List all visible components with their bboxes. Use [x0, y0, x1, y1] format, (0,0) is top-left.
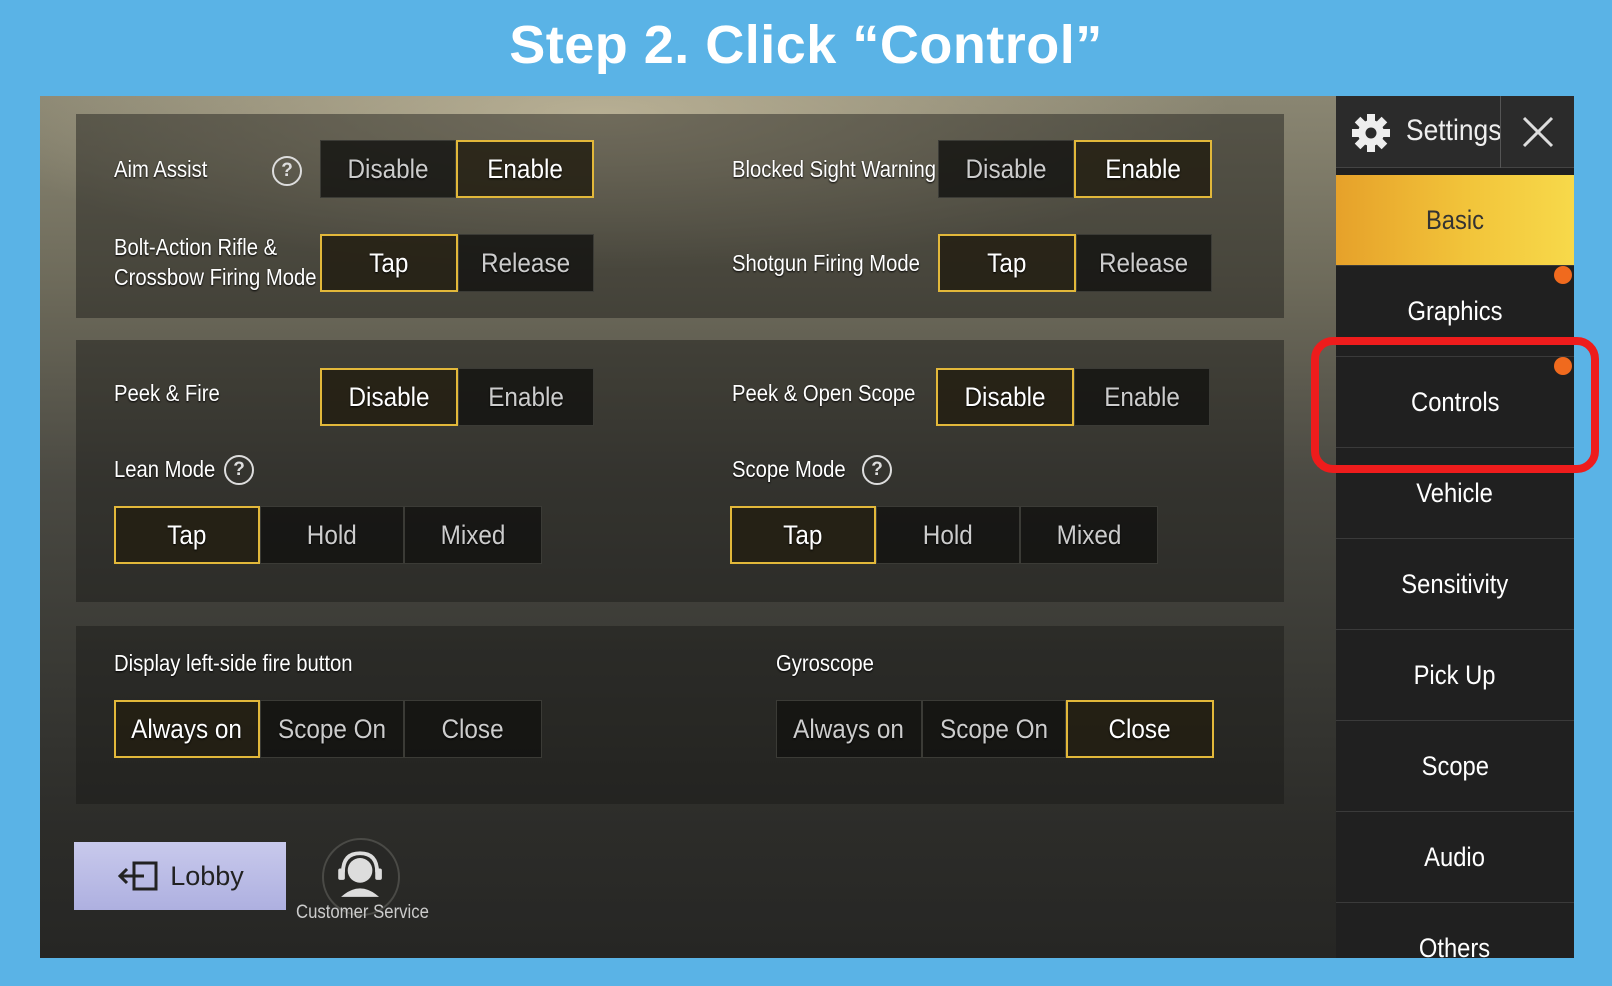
gyroscope-always-on-button[interactable]: Always on [776, 700, 922, 758]
sidebar-item-pick-up[interactable]: Pick Up [1336, 630, 1574, 721]
lobby-button[interactable]: Lobby [74, 842, 286, 910]
left-fire-always-on-button[interactable]: Always on [114, 700, 260, 758]
settings-title: Settings [1406, 114, 1502, 147]
lean-mode-tap-button[interactable]: Tap [114, 506, 260, 564]
left-fire-label: Display left-side fire button [114, 650, 353, 676]
gyroscope-label: Gyroscope [776, 650, 874, 676]
bolt-action-label-line1: Bolt-Action Rifle & [114, 234, 278, 260]
settings-sidebar: Settings Basic Graphics Controls Vehicle… [1336, 96, 1574, 958]
scope-mode-mixed-button[interactable]: Mixed [1020, 506, 1158, 564]
customer-service-label: Customer Service [296, 902, 429, 923]
sidebar-item-audio[interactable]: Audio [1336, 812, 1574, 903]
aim-assist-label: Aim Assist [114, 156, 208, 182]
peek-scope-enable-button[interactable]: Enable [1074, 368, 1210, 426]
lean-mode-toggle: Tap Hold Mixed [114, 506, 542, 564]
blocked-sight-label: Blocked Sight Warning [732, 156, 937, 182]
peek-scope-disable-button[interactable]: Disable [936, 368, 1074, 426]
sidebar-item-basic[interactable]: Basic [1336, 175, 1574, 266]
notification-dot [1554, 266, 1572, 284]
game-settings-screen: Aim Assist ? Disable Enable Blocked Sigh… [40, 96, 1574, 958]
lobby-label: Lobby [170, 860, 244, 891]
scope-mode-label: Scope Mode [732, 456, 846, 482]
peek-fire-disable-button[interactable]: Disable [320, 368, 458, 426]
gyroscope-scope-on-button[interactable]: Scope On [922, 700, 1066, 758]
aim-assist-disable-button[interactable]: Disable [320, 140, 456, 198]
left-fire-scope-on-button[interactable]: Scope On [260, 700, 404, 758]
lean-mode-label: Lean Mode [114, 456, 216, 482]
peek-fire-enable-button[interactable]: Enable [458, 368, 594, 426]
controls-highlight-annotation [1311, 337, 1599, 473]
help-icon[interactable]: ? [862, 455, 892, 485]
left-fire-toggle: Always on Scope On Close [114, 700, 542, 758]
help-icon[interactable]: ? [224, 455, 254, 485]
bolt-action-release-button[interactable]: Release [458, 234, 594, 292]
scope-mode-hold-button[interactable]: Hold [876, 506, 1020, 564]
aim-assist-toggle: Disable Enable [320, 140, 594, 198]
scope-mode-toggle: Tap Hold Mixed [730, 506, 1158, 564]
gyroscope-close-button[interactable]: Close [1066, 700, 1214, 758]
sidebar-item-sensitivity[interactable]: Sensitivity [1336, 539, 1574, 630]
peek-scope-label: Peek & Open Scope [732, 380, 916, 406]
header-divider [1500, 96, 1501, 168]
blocked-sight-enable-button[interactable]: Enable [1074, 140, 1212, 198]
exit-icon [118, 861, 158, 891]
help-icon[interactable]: ? [272, 156, 302, 186]
peek-fire-label: Peek & Fire [114, 380, 220, 406]
gyroscope-toggle: Always on Scope On Close [776, 700, 1214, 758]
blocked-sight-toggle: Disable Enable [938, 140, 1212, 198]
peek-fire-toggle: Disable Enable [320, 368, 594, 426]
peek-scope-toggle: Disable Enable [936, 368, 1210, 426]
lean-mode-hold-button[interactable]: Hold [260, 506, 404, 564]
sidebar-header: Settings [1336, 96, 1574, 168]
lean-mode-mixed-button[interactable]: Mixed [404, 506, 542, 564]
bolt-action-tap-button[interactable]: Tap [320, 234, 458, 292]
shotgun-tap-button[interactable]: Tap [938, 234, 1076, 292]
shotgun-toggle: Tap Release [938, 234, 1212, 292]
bolt-action-toggle: Tap Release [320, 234, 594, 292]
shotgun-release-button[interactable]: Release [1076, 234, 1212, 292]
sidebar-item-scope[interactable]: Scope [1336, 721, 1574, 812]
bolt-action-label-line2: Crossbow Firing Mode [114, 264, 317, 290]
gear-icon [1352, 114, 1390, 152]
aim-assist-enable-button[interactable]: Enable [456, 140, 594, 198]
scope-mode-tap-button[interactable]: Tap [730, 506, 876, 564]
blocked-sight-disable-button[interactable]: Disable [938, 140, 1074, 198]
instruction-title: Step 2. Click “Control” [509, 15, 1103, 75]
left-fire-close-button[interactable]: Close [404, 700, 542, 758]
sidebar-item-others[interactable]: Others [1336, 903, 1574, 958]
close-icon[interactable] [1516, 110, 1560, 154]
shotgun-label: Shotgun Firing Mode [732, 250, 920, 276]
